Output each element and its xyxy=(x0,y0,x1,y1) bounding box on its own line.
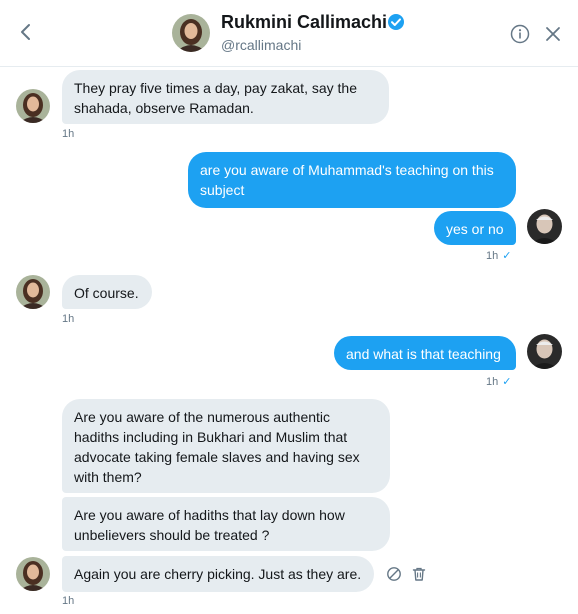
sent-check-icon: ✓ xyxy=(502,250,512,262)
message-timestamp: 1h xyxy=(62,595,75,607)
report-icon xyxy=(387,567,401,581)
message-bubble[interactable]: yes or no xyxy=(434,211,516,245)
verified-badge-icon xyxy=(387,13,405,31)
message-bubble[interactable]: They pray five times a day, pay zakat, s… xyxy=(62,70,389,124)
info-button[interactable] xyxy=(509,23,531,45)
message-timestamp: 1h xyxy=(62,128,75,140)
message-bubble[interactable]: and what is that teaching xyxy=(334,336,516,370)
sent-check-icon: ✓ xyxy=(502,376,512,388)
message-bubble[interactable]: Again you are cherry picking. Just as th… xyxy=(62,556,374,592)
message-timestamp: 1h ✓ xyxy=(486,250,512,262)
trash-icon xyxy=(412,567,426,581)
message-timestamp: 1h ✓ xyxy=(486,376,512,388)
report-button[interactable] xyxy=(386,566,402,582)
avatar[interactable] xyxy=(16,89,50,123)
close-button[interactable] xyxy=(543,24,563,44)
delete-button[interactable] xyxy=(411,566,427,582)
avatar[interactable] xyxy=(16,275,50,309)
avatar[interactable] xyxy=(172,14,210,52)
avatar[interactable] xyxy=(16,557,50,591)
message-timestamp: 1h xyxy=(62,313,75,325)
message-bubble[interactable]: are you aware of Muhammad's teaching on … xyxy=(188,152,516,208)
conversation-header: Rukmini Callimachi @rcallimachi xyxy=(0,0,578,67)
message-bubble[interactable]: Are you aware of the numerous authentic … xyxy=(62,399,390,493)
message-bubble[interactable]: Of course. xyxy=(62,275,152,309)
avatar[interactable] xyxy=(527,209,562,244)
contact-name[interactable]: Rukmini Callimachi xyxy=(221,12,387,33)
avatar[interactable] xyxy=(527,334,562,369)
message-bubble[interactable]: Are you aware of hadiths that lay down h… xyxy=(62,497,390,551)
close-icon xyxy=(546,27,560,41)
back-button[interactable] xyxy=(14,20,38,44)
chevron-left-icon xyxy=(21,24,30,40)
contact-handle: @rcallimachi xyxy=(221,37,302,53)
info-icon xyxy=(510,24,530,44)
